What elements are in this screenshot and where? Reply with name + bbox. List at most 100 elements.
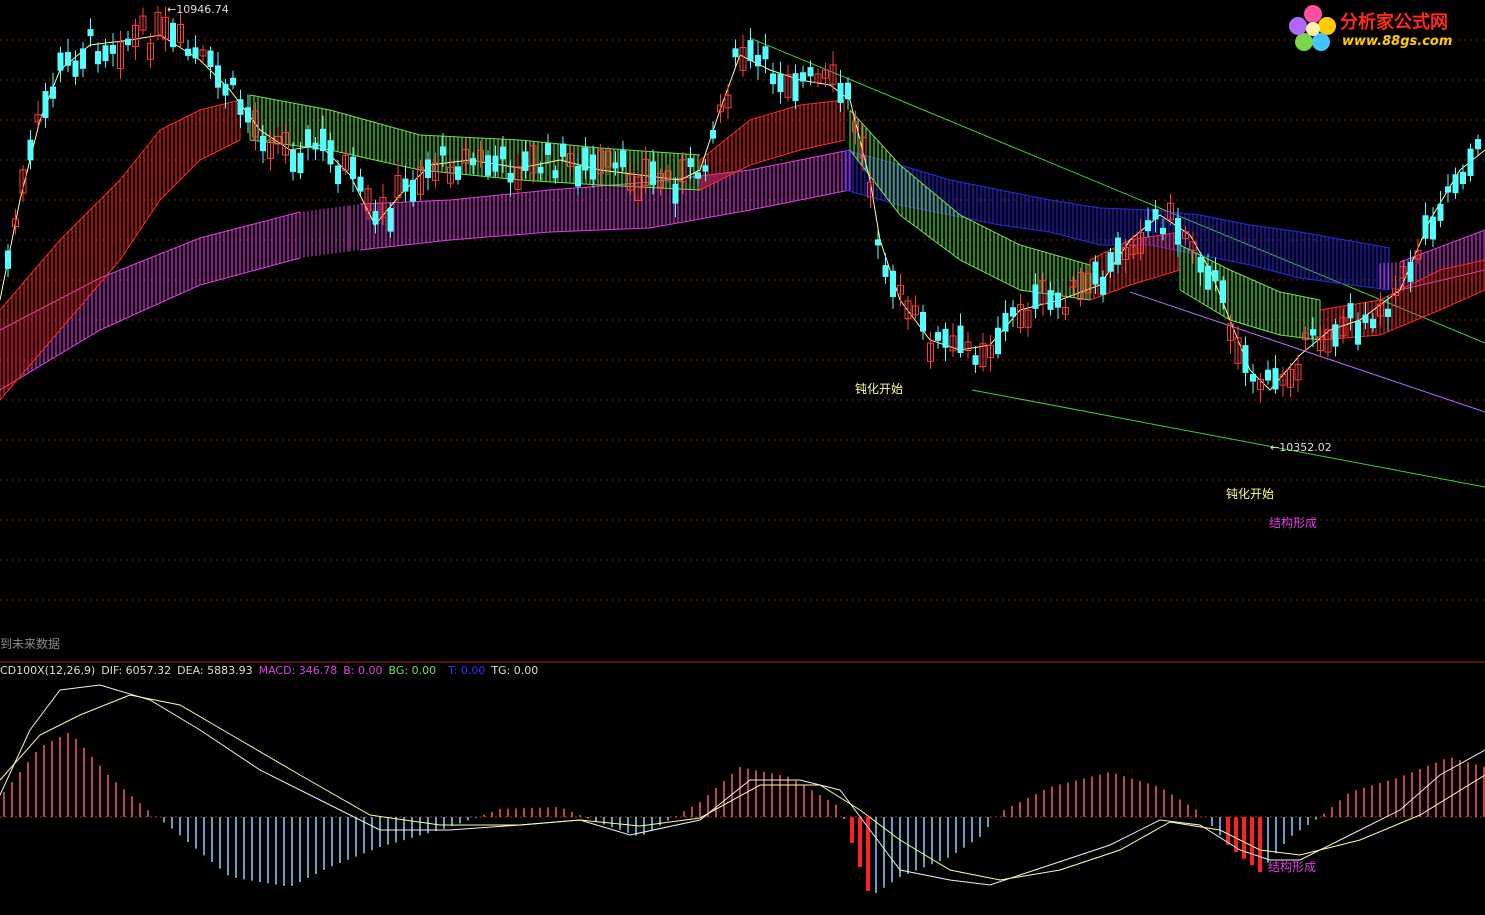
- macd-tg-value: TG: 0.00: [491, 663, 539, 677]
- logo-name: 分析家公式网: [1340, 12, 1448, 33]
- candle-body-down: [1107, 252, 1114, 272]
- candle-body-down: [935, 332, 941, 341]
- trendline-lower: [971, 389, 1485, 488]
- candle-body-down: [695, 172, 701, 179]
- candle-body-down: [402, 178, 409, 192]
- macd-annotation-structure: 结构形成: [1268, 860, 1317, 874]
- candle-body-down: [1055, 292, 1061, 308]
- candle-body-down: [27, 139, 34, 161]
- candle-body-down: [522, 151, 529, 171]
- candle-body-down: [1362, 314, 1369, 323]
- candle-body-down: [875, 239, 881, 246]
- candle-body-down: [1212, 270, 1219, 282]
- candle-body-down: [372, 210, 379, 225]
- candle-body-down: [350, 156, 356, 179]
- candle-body-down: [260, 136, 266, 152]
- candle-body-down: [777, 73, 784, 93]
- candle-body-down: [57, 52, 64, 71]
- candle-body-down: [1242, 345, 1249, 373]
- candle-body-down: [1047, 290, 1054, 310]
- candle-body-down: [1437, 203, 1444, 221]
- candle-body-down: [222, 83, 229, 96]
- candle-body-down: [1310, 329, 1316, 336]
- candle-body-down: [792, 73, 799, 102]
- candle-body-down: [620, 150, 626, 168]
- candle-body-down: [1002, 312, 1009, 332]
- candle-body-down: [50, 86, 56, 99]
- candle-body-down: [1175, 217, 1181, 245]
- candle-body-down: [807, 67, 814, 77]
- candle-body-down: [492, 155, 499, 172]
- candle-body-down: [1452, 174, 1459, 194]
- candle-body-down: [507, 172, 514, 183]
- candle-body-down: [590, 154, 596, 180]
- candle-body-down: [1430, 216, 1436, 240]
- candle-body-down: [957, 325, 964, 353]
- candle-body-down: [972, 355, 979, 365]
- macd-b-value: B: 0.00: [343, 663, 383, 677]
- candle-body-down: [1407, 261, 1414, 282]
- candle-body-down: [230, 77, 236, 86]
- annotation-structure: 结构形成: [1269, 516, 1318, 530]
- candle-body-down: [687, 158, 694, 168]
- candle-body-down: [215, 65, 221, 88]
- macd-indicator-name[interactable]: CD100X(12,26,9): [0, 664, 95, 677]
- candle-body-down: [1145, 220, 1151, 232]
- candle-body-down: [582, 147, 589, 171]
- candle-body-down: [545, 143, 551, 155]
- candle-body-down: [1197, 257, 1204, 273]
- candle-body-down: [762, 46, 769, 60]
- candle-body-down: [650, 161, 656, 185]
- chart-canvas[interactable]: [0, 0, 1485, 915]
- candle-body-down: [1205, 265, 1211, 290]
- candle-body-down: [1250, 373, 1256, 382]
- candle-body-down: [110, 44, 116, 54]
- candle-body-down: [1032, 284, 1039, 309]
- candle-body-down: [710, 130, 716, 139]
- candle-body-down: [207, 50, 214, 68]
- flower-logo-icon: [1289, 5, 1336, 51]
- candle-body-down: [560, 143, 566, 157]
- logo-url: www.88gs.com: [1342, 34, 1453, 49]
- candle-body-down: [672, 183, 679, 204]
- macd-dif-line: [0, 684, 1485, 886]
- candle-body-down: [1092, 261, 1099, 285]
- candle-body-down: [747, 40, 754, 61]
- candle-body-down: [440, 146, 446, 156]
- candle-body-down: [1272, 368, 1279, 390]
- candle-body-down: [845, 82, 851, 100]
- macd-dif-value: DIF: 6057.32: [101, 663, 172, 677]
- candle-body-down: [500, 146, 506, 160]
- candle-body-down: [732, 48, 739, 58]
- candle-body-down: [1220, 280, 1226, 303]
- candle-body-down: [800, 72, 806, 82]
- macd-dea-value: DEA: 5883.93: [177, 663, 253, 677]
- candle-body-down: [455, 166, 461, 180]
- candle-body-down: [65, 52, 71, 66]
- candle-body-down: [942, 328, 949, 348]
- candle-body-down: [125, 38, 131, 46]
- candle-body-down: [192, 47, 199, 59]
- candle-body-down: [890, 270, 896, 298]
- candle-body-down: [612, 162, 619, 169]
- candle-body-down: [80, 48, 86, 69]
- candle-body-down: [1115, 237, 1121, 265]
- candle-body-down: [1152, 209, 1159, 220]
- candle-body-down: [357, 176, 364, 192]
- candle-body-down: [237, 99, 244, 115]
- candle-body-down: [920, 311, 926, 332]
- candle-body-down: [882, 265, 889, 277]
- candle-body-down: [297, 152, 304, 174]
- candle-body-down: [837, 82, 844, 103]
- candle-body-down: [995, 327, 1001, 355]
- candle-body-down: [425, 159, 431, 178]
- candle-body-down: [1475, 139, 1481, 150]
- candle-body-down: [1422, 215, 1429, 239]
- candle-body-down: [185, 48, 191, 56]
- candle-body-down: [537, 166, 544, 174]
- candle-body-down: [1355, 321, 1361, 345]
- candle-body-down: [410, 179, 416, 202]
- candle-body-down: [335, 165, 341, 185]
- macd-t-value: T: 0.00: [448, 663, 486, 677]
- candle-body-down: [312, 142, 319, 150]
